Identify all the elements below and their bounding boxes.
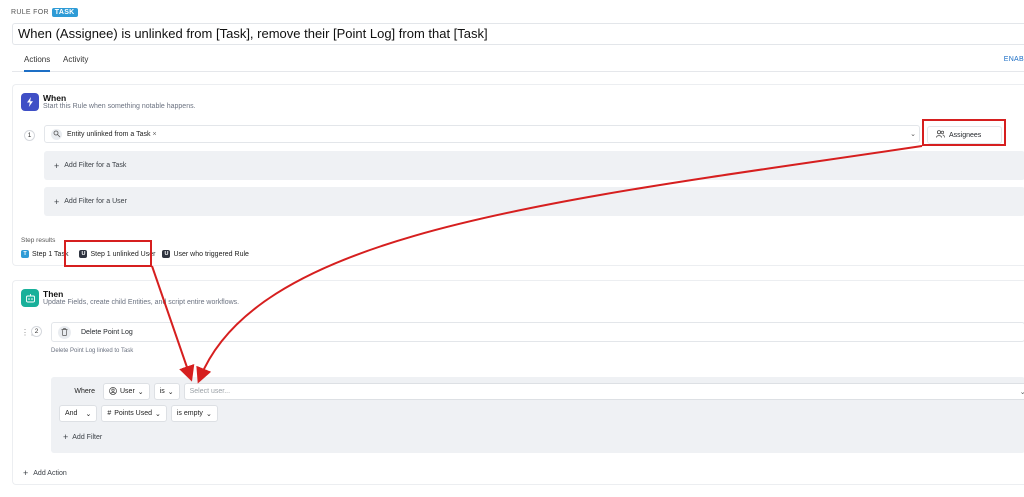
rule-for-text: RULE FOR (11, 9, 49, 16)
tab-activity[interactable]: Activity (63, 55, 88, 64)
step-result-label: User who triggered Rule (173, 250, 249, 258)
trigger-select[interactable]: Entity unlinked from a Task × ⌄ (44, 125, 920, 143)
entity-type-badge: TASK (51, 8, 78, 17)
user-circle-icon (109, 386, 117, 397)
robot-icon (21, 289, 39, 307)
trigger-label: Entity unlinked from a Task (67, 130, 151, 138)
unlink-icon (51, 128, 62, 140)
step-results-list: T Step 1 Task U Step 1 unlinked User U U… (21, 250, 249, 258)
enable-toggle[interactable]: ENAB (1004, 56, 1024, 63)
action-label: Delete Point Log (81, 328, 133, 336)
users-icon (936, 130, 945, 140)
when-subtitle: Start this Rule when something notable h… (43, 103, 196, 110)
where-label: Where (74, 388, 95, 395)
action-select[interactable]: Delete Point Log (51, 322, 1024, 342)
and-field-select[interactable]: # Points Used ⌄ (101, 405, 167, 422)
where-operator-label: is (159, 388, 165, 395)
add-action-button[interactable]: + Add Action (23, 468, 67, 478)
add-filter-task-label: Add Filter for a Task (64, 162, 127, 169)
action-description: Delete Point Log linked to Task (51, 348, 134, 354)
step-results-label: Step results (21, 237, 56, 244)
when-title: When (43, 93, 67, 103)
filter-row-and: And ⌄ # Points Used ⌄ is empty ⌄ (59, 405, 218, 422)
add-filter-task-button[interactable]: + Add Filter for a Task (44, 151, 1024, 180)
add-action-label: Add Action (33, 469, 67, 477)
rule-title-input[interactable]: When (Assignee) is unlinked from [Task],… (12, 23, 1024, 45)
user-badge-icon: U (79, 250, 88, 258)
where-field-label: User (120, 388, 135, 395)
lightning-icon (21, 93, 39, 111)
tab-actions[interactable]: Actions (24, 55, 51, 72)
add-filter-user-label: Add Filter for a User (64, 198, 127, 205)
chevron-down-icon: ⌄ (1019, 388, 1024, 396)
chevron-down-icon: ⌄ (205, 410, 212, 418)
trigger-remove-icon[interactable]: × (153, 131, 157, 138)
then-card: Then Update Fields, create child Entitie… (12, 280, 1024, 485)
step-number-2: 2 (31, 326, 42, 337)
step-result-chip[interactable]: U Step 1 unlinked User (79, 250, 155, 258)
plus-icon: + (54, 160, 60, 171)
step-number-1: 1 (24, 130, 35, 141)
chevron-down-icon: ⌄ (85, 410, 92, 418)
select-user-placeholder: Select user... (189, 388, 231, 395)
hash-icon: # (107, 410, 112, 417)
chevron-down-icon: ⌄ (155, 410, 161, 418)
task-badge-icon: T (21, 250, 29, 258)
filter-group: Where User ⌄ is ⌄ Select user... ⌄ And ⌄ (51, 377, 1024, 453)
assignees-label: Assignees (949, 131, 982, 139)
then-title: Then (43, 289, 64, 299)
and-label: And (65, 410, 78, 417)
trash-icon (58, 325, 71, 339)
where-field-select[interactable]: User ⌄ (103, 383, 150, 400)
step-result-label: Step 1 unlinked User (90, 250, 156, 258)
and-operator-select[interactable]: And ⌄ (59, 405, 98, 422)
select-user-input[interactable]: Select user... ⌄ (183, 383, 1024, 400)
where-operator-select[interactable]: is ⌄ (153, 383, 180, 400)
add-filter-user-button[interactable]: + Add Filter for a User (44, 187, 1024, 216)
plus-icon: + (63, 432, 69, 442)
add-filter-button[interactable]: + Add Filter (63, 432, 102, 442)
user-badge-icon: U (162, 250, 171, 258)
assignees-button[interactable]: Assignees (927, 126, 1002, 144)
add-filter-label: Add Filter (72, 433, 103, 441)
chevron-down-icon[interactable]: ⌄ (910, 130, 916, 138)
and-field-label: Points Used (114, 410, 152, 417)
filter-row-where: Where User ⌄ is ⌄ Select user... ⌄ (59, 383, 1024, 400)
then-subtitle: Update Fields, create child Entities, an… (43, 299, 240, 306)
step-result-chip[interactable]: U User who triggered Rule (162, 250, 249, 258)
tab-bar: Actions Activity ENAB (12, 50, 1024, 72)
step-result-chip[interactable]: T Step 1 Task (21, 250, 68, 258)
plus-icon: + (23, 468, 29, 478)
and-condition-select[interactable]: is empty ⌄ (170, 405, 218, 422)
when-card: When Start this Rule when something nota… (12, 84, 1024, 266)
step-result-label: Step 1 Task (32, 250, 69, 258)
and-condition-label: is empty (176, 410, 203, 417)
chevron-down-icon: ⌄ (137, 388, 144, 396)
plus-icon: + (54, 196, 60, 207)
chevron-down-icon: ⌄ (167, 388, 174, 396)
rule-for-label: RULE FOR TASK (11, 8, 78, 17)
